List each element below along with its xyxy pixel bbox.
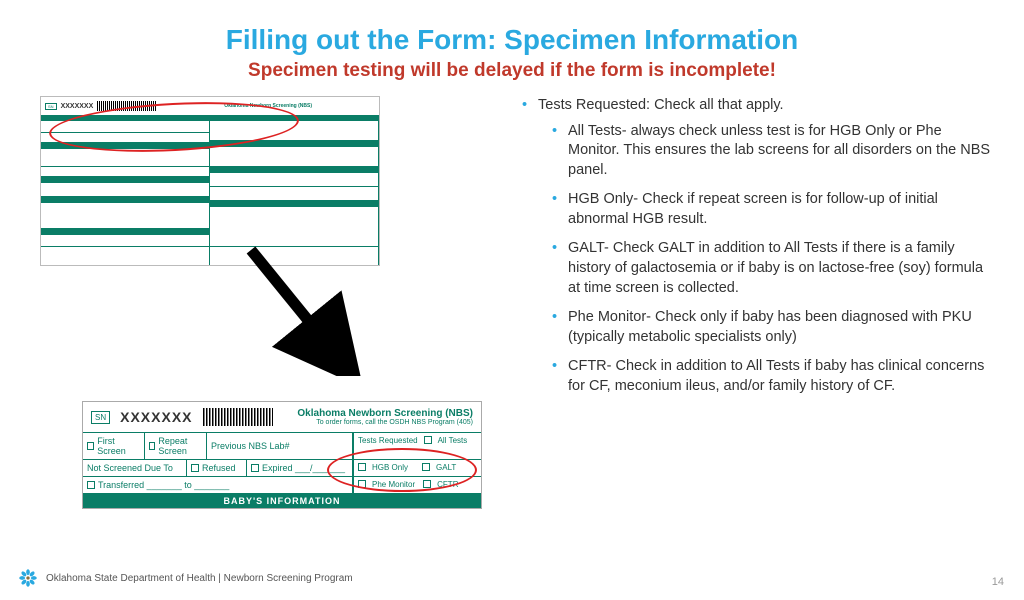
footer: Oklahoma State Department of Health | Ne…	[18, 568, 353, 588]
serial-number: XXXXXXX	[120, 409, 192, 425]
form-thumbnail: SN XXXXXXX Oklahoma Newborn Screening (N…	[40, 96, 380, 266]
baby-info-bar: BABY'S INFORMATION	[83, 494, 481, 508]
bullet-item: Phe Monitor- Check only if baby has been…	[552, 308, 994, 347]
page-number: 14	[992, 576, 1004, 588]
form-header-title: Oklahoma Newborn Screening (NBS)	[283, 408, 474, 419]
left-column: SN XXXXXXX Oklahoma Newborn Screening (N…	[40, 96, 500, 406]
sn-label: SN	[91, 411, 110, 424]
bullet-item: CFTR- Check in addition to All Tests if …	[552, 357, 994, 396]
bullet-item: HGB Only- Check if repeat screen is for …	[552, 190, 994, 229]
barcode-icon	[203, 408, 273, 426]
slide-title: Filling out the Form: Specimen Informati…	[0, 24, 1024, 56]
bullet-heading: Tests Requested: Check all that apply.	[538, 97, 784, 113]
not-screened-label: Not Screened Due To	[87, 463, 173, 473]
content-area: SN XXXXXXX Oklahoma Newborn Screening (N…	[0, 96, 1024, 406]
osdh-logo-icon	[18, 568, 38, 588]
highlight-circle-tests	[327, 448, 477, 492]
tests-requested-label: Tests Requested	[358, 436, 418, 445]
bullet-item: All Tests- always check unless test is f…	[552, 122, 994, 181]
repeat-screen-label: Repeat Screen	[158, 436, 202, 456]
form-zoom: SN XXXXXXX Oklahoma Newborn Screening (N…	[82, 401, 482, 509]
footer-text: Oklahoma State Department of Health | Ne…	[46, 573, 353, 584]
previous-lab-label: Previous NBS Lab#	[211, 441, 290, 451]
form-header-sub: To order forms, call the OSDH NBS Progra…	[283, 419, 474, 426]
slide-subtitle: Specimen testing will be delayed if the …	[0, 60, 1024, 82]
first-screen-label: First Screen	[97, 436, 140, 456]
bullet-list: Tests Requested: Check all that apply. A…	[500, 96, 994, 406]
bullet-item: GALT- Check GALT in addition to All Test…	[552, 239, 994, 298]
